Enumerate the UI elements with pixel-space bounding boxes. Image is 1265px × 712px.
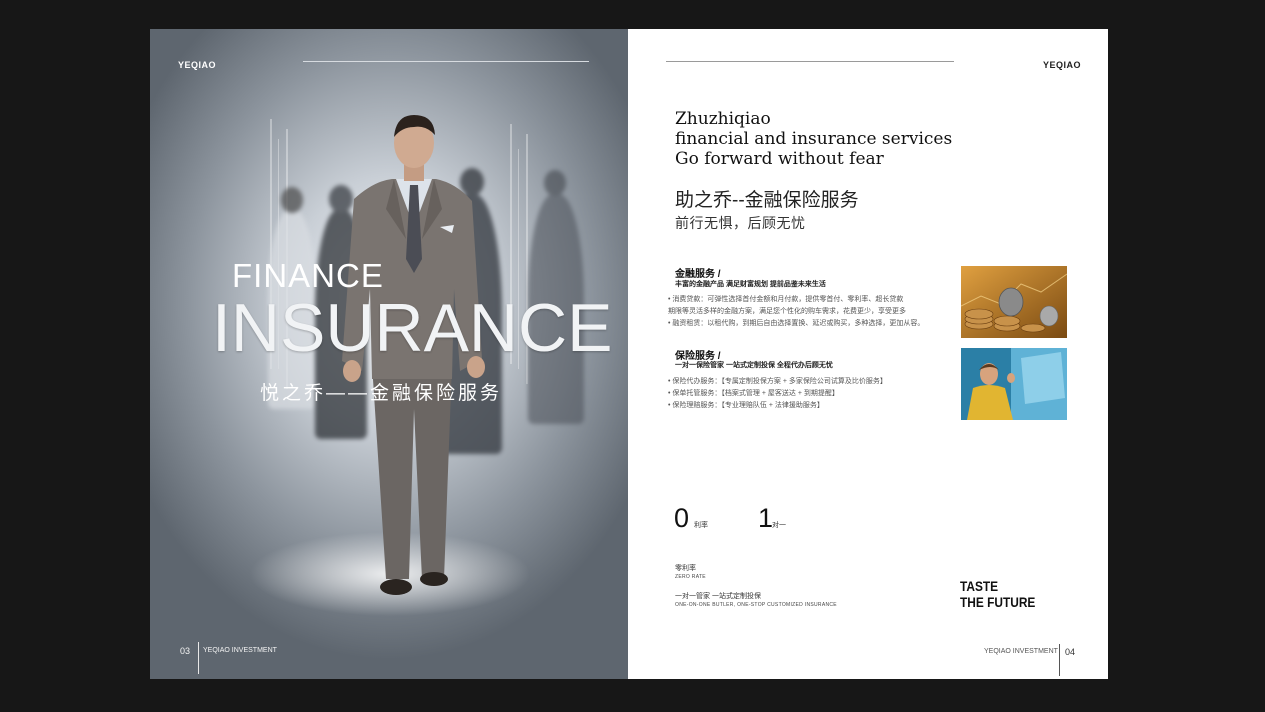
taste-the-future: TASTE THE FUTURE <box>960 578 1035 610</box>
man-at-screen-photo <box>961 348 1067 420</box>
butler-cn: 一对一管家 一站式定制投保 <box>675 593 761 600</box>
insurance-service-subtitle: 一对一保险管家 一站式定制投保 全程代办后顾无忧 <box>675 362 833 369</box>
zero-rate-cn: 零利率 <box>675 565 696 572</box>
headline-line-3: Go forward without fear <box>675 149 884 169</box>
right-page: YEQIAO Zhuzhiqiao financial and insuranc… <box>628 29 1108 679</box>
left-page: YEQIAO FINANCE INSURANCE 悦之乔——金融保险服务 03 … <box>150 29 628 679</box>
right-page-number: 04 <box>1065 647 1076 657</box>
stat-number-zero: 0 <box>674 503 690 533</box>
bullet-item: 期限等灵活多样的金融方案，满足您个性化的购车需求，花费更少，享受更多 <box>668 308 906 315</box>
coins-photo <box>961 266 1067 338</box>
left-page-number: 03 <box>180 646 191 656</box>
insurance-title: INSURANCE <box>212 290 613 366</box>
right-header-rule <box>666 61 954 62</box>
left-brand: YEQIAO <box>178 60 217 70</box>
stat-number-one: 1 <box>758 503 774 533</box>
taste-line-1: TASTE <box>960 578 999 594</box>
left-footer: 03 YEQIAO INVESTMENT <box>180 642 277 674</box>
zero-rate-en: ZERO RATE <box>675 574 706 580</box>
bullet-item: • 保险代办服务：【专属定制投保方案 + 多家保险公司试算及比价服务】 <box>668 378 887 385</box>
right-brand: YEQIAO <box>1043 60 1082 70</box>
chinese-subtitle: 前行无惧，后顾无忧 <box>675 215 806 231</box>
finance-service-title: 金融服务 / <box>675 269 721 280</box>
taste-line-2: THE FUTURE <box>960 594 1036 610</box>
left-header-rule <box>303 61 589 62</box>
bullet-item: • 保单托管服务：【档案式管理 + 屋客送达 + 到期提醒】 <box>668 390 839 397</box>
chinese-title: 助之乔--金融保险服务 <box>675 190 859 211</box>
left-footer-label: YEQIAO INVESTMENT <box>203 647 277 654</box>
left-footer-divider <box>198 642 199 674</box>
english-headline: Zhuzhiqiao financial and insurance servi… <box>675 109 952 169</box>
insurance-service-bullets: • 保险代办服务：【专属定制投保方案 + 多家保险公司试算及比价服务】 • 保单… <box>668 376 928 412</box>
brochure-spread: YEQIAO FINANCE INSURANCE 悦之乔——金融保险服务 03 … <box>150 29 1108 679</box>
stat-label-one-to-one: 对一 <box>772 522 786 529</box>
headline-line-2: financial and insurance services <box>675 129 953 149</box>
right-footer-label: YEQIAO INVESTMENT <box>984 648 1058 655</box>
stat-label-rate: 利率 <box>694 522 708 529</box>
left-chinese-subtitle: 悦之乔——金融保险服务 <box>260 383 503 404</box>
finance-service-bullets: • 消费贷款：可弹性选择首付金额和月付款，提供零首付、零利率、超长贷款 期限等灵… <box>668 294 928 330</box>
butler-en: ONE-ON-ONE BUTLER, ONE-STOP CUSTOMIZED I… <box>675 602 837 608</box>
bullet-item: • 消费贷款：可弹性选择首付金额和月付款，提供零首付、零利率、超长贷款 <box>668 296 904 303</box>
finance-service-subtitle: 丰富的金融产品 满足财富规划 提前品鉴未来生活 <box>675 281 826 288</box>
bullet-item: • 融资租赁：以租代购，到期后自由选择置换、延迟或购买，多种选择，更加从容。 <box>668 320 925 327</box>
headline-line-1: Zhuzhiqiao <box>675 109 771 129</box>
right-footer-divider <box>1059 644 1060 676</box>
bullet-item: • 保险理赔服务：【专业理赔队伍 + 法律援助服务】 <box>668 402 824 409</box>
